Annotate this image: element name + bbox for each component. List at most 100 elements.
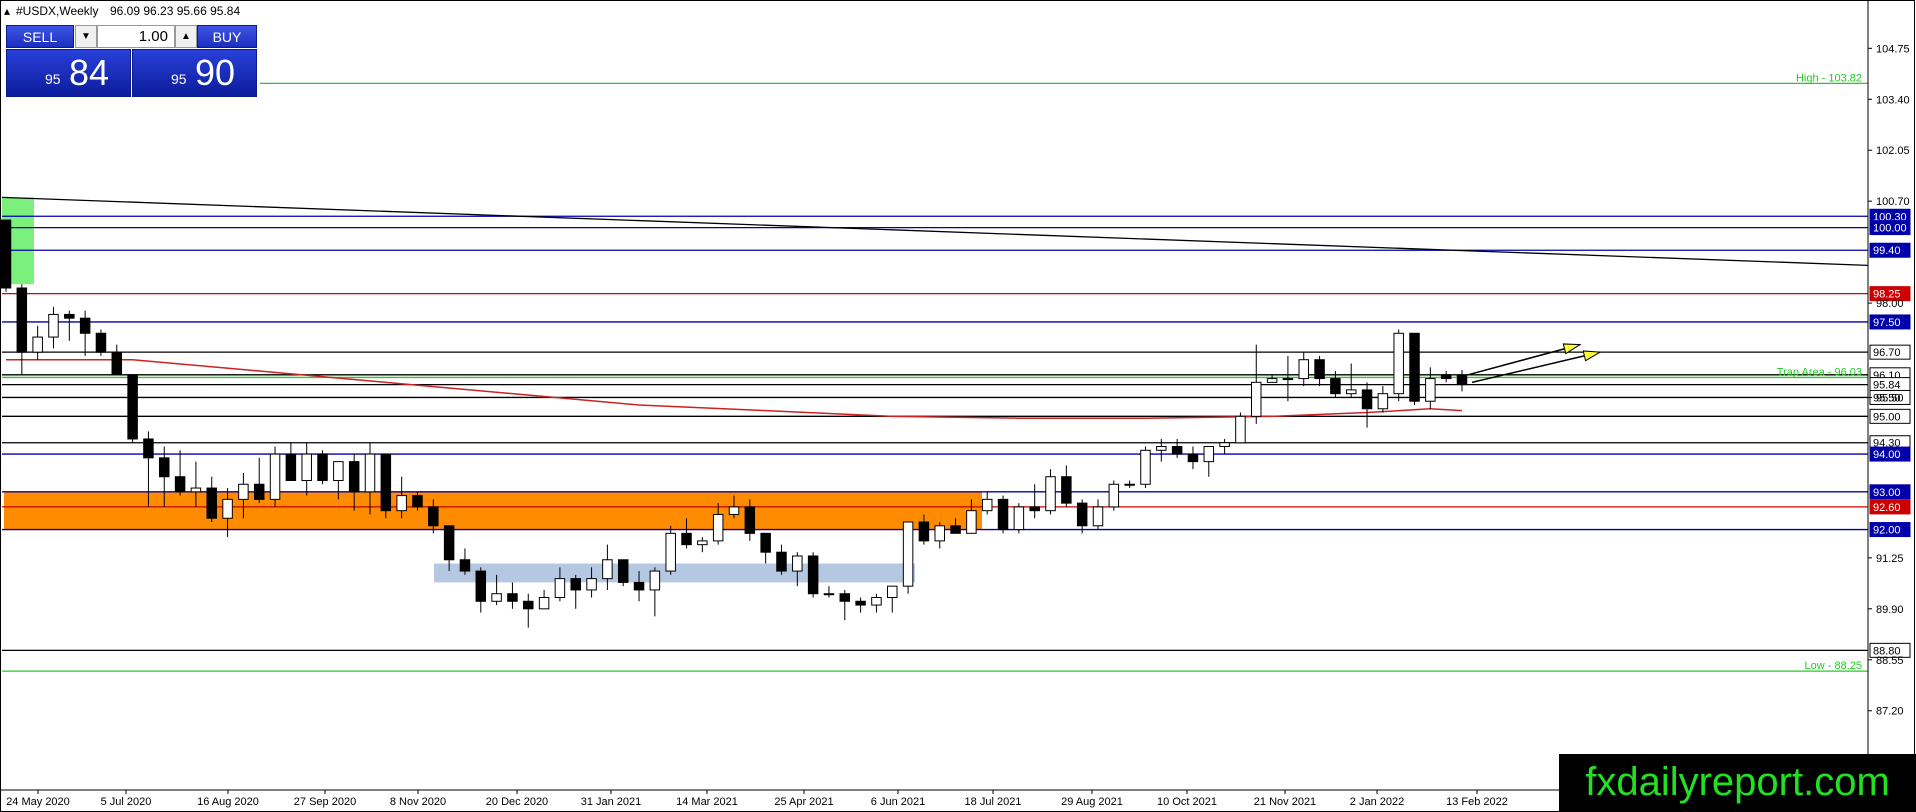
x-tick-label-12: 10 Oct 2021 xyxy=(1157,796,1217,808)
candle-body-56 xyxy=(887,585,898,598)
y-tick-label-9: 87.20 xyxy=(1876,706,1904,718)
candle-body-81 xyxy=(1282,378,1294,381)
candle-body-10 xyxy=(159,457,170,478)
candle-body-0 xyxy=(0,219,12,289)
candle-body-59 xyxy=(934,525,945,542)
candle-body-86 xyxy=(1361,389,1373,410)
level-tag-text-9: 95.84 xyxy=(1873,380,1901,392)
x-tick-label-6: 31 Jan 2021 xyxy=(581,796,642,808)
y-tick-label-4: 98.00 xyxy=(1876,298,1904,310)
arrow-head-1 xyxy=(1582,350,1602,362)
candle-body-58 xyxy=(918,521,930,542)
x-tick-label-11: 29 Aug 2021 xyxy=(1061,796,1123,808)
candle-body-43 xyxy=(681,532,692,546)
candle-body-68 xyxy=(1076,502,1088,527)
candle-body-34 xyxy=(538,597,550,610)
buy-price-display[interactable]: 95 90 xyxy=(132,49,257,97)
buy-button[interactable]: BUY xyxy=(197,25,257,48)
candle-body-18 xyxy=(285,453,297,481)
x-tick-label-14: 2 Jan 2022 xyxy=(1350,796,1404,808)
candle-body-9 xyxy=(143,438,154,459)
arrows-layer xyxy=(1467,343,1602,384)
candle-body-50 xyxy=(792,555,803,572)
x-tick-label-13: 21 Nov 2021 xyxy=(1254,796,1316,808)
candle-body-29 xyxy=(459,559,471,572)
candle-body-64 xyxy=(1013,506,1025,531)
candle-body-87 xyxy=(1377,393,1389,410)
moving-average-layer xyxy=(6,358,1463,419)
volume-increase-button[interactable]: ▲ xyxy=(175,25,197,48)
candle-body-22 xyxy=(348,461,360,493)
candle-body-76 xyxy=(1203,446,1215,463)
price-chart[interactable]: High - 103.82100.30100.0099.4098.2597.50… xyxy=(0,0,1916,812)
x-tick-label-15: 13 Feb 2022 xyxy=(1446,796,1508,808)
candle-body-38 xyxy=(602,559,613,580)
moving-average-line xyxy=(6,358,1463,419)
candle-body-32 xyxy=(507,593,518,602)
candle-body-44 xyxy=(697,540,708,546)
candle-body-31 xyxy=(491,593,502,602)
candle-body-74 xyxy=(1171,446,1183,455)
level-tag-text-6: 96.70 xyxy=(1873,347,1901,359)
sell-price-big: 84 xyxy=(69,52,110,93)
candle-body-25 xyxy=(396,495,407,512)
candle-body-66 xyxy=(1045,476,1056,512)
level-tag-text-16: 92.00 xyxy=(1873,525,1901,537)
level-tag-text-13: 94.00 xyxy=(1873,449,1901,461)
chart-root: High - 103.82 100.30 100.00 99.40 98.25 97.50… xyxy=(0,0,1916,812)
candle-body-53 xyxy=(839,593,851,602)
x-tick-label-5: 20 Dec 2020 xyxy=(486,796,548,808)
candle-body-65 xyxy=(1029,506,1040,512)
candle-body-24 xyxy=(380,453,392,512)
candle-body-62 xyxy=(981,498,993,512)
x-tick-label-2: 16 Aug 2020 xyxy=(197,796,259,808)
candle-body-79 xyxy=(1251,381,1262,417)
volume-decrease-button[interactable]: ▼ xyxy=(75,25,97,48)
candle-body-90 xyxy=(1425,378,1436,402)
levels-layer: High - 103.82100.30100.0099.4098.2597.50… xyxy=(2,72,1911,672)
candle-body-54 xyxy=(855,600,866,606)
candle-body-17 xyxy=(269,453,281,500)
level-tag-text-15: 92.60 xyxy=(1873,502,1901,514)
y-tick-label-1: 103.40 xyxy=(1876,94,1910,106)
candle-body-78 xyxy=(1235,415,1246,444)
y-tick-label-2: 102.05 xyxy=(1876,145,1910,157)
chart-ohlc-label: 96.09 96.23 95.66 95.84 xyxy=(110,4,240,18)
candle-body-28 xyxy=(443,525,455,561)
candle-body-70 xyxy=(1108,483,1120,508)
candle-body-67 xyxy=(1061,476,1072,504)
sell-price-display[interactable]: 95 84 xyxy=(6,49,131,97)
zones-layer xyxy=(2,197,982,583)
x-tick-label-1: 5 Jul 2020 xyxy=(101,796,152,808)
trendline-layer xyxy=(1,196,1869,266)
candle-body-1 xyxy=(16,287,28,353)
candle-body-8 xyxy=(127,374,138,440)
candle-body-63 xyxy=(997,498,1009,531)
candle-body-39 xyxy=(617,559,629,583)
candle-body-26 xyxy=(412,495,423,508)
level-text-0: High - 103.82 xyxy=(1796,72,1862,84)
candle-body-27 xyxy=(428,506,439,527)
candle-body-2 xyxy=(32,336,43,353)
chart-symbol-label: #USDX,Weekly xyxy=(16,4,98,18)
candle-body-12 xyxy=(190,487,202,493)
chart-title-arrow[interactable]: ▴ xyxy=(4,4,10,18)
level-tag-text-2: 100.00 xyxy=(1873,223,1907,235)
trendline xyxy=(1,196,1869,266)
candle-body-6 xyxy=(95,332,107,353)
candle-body-13 xyxy=(206,487,217,519)
candle-body-11 xyxy=(174,476,186,493)
candle-body-23 xyxy=(364,453,376,493)
candle-body-46 xyxy=(728,506,740,515)
candle-body-73 xyxy=(1156,446,1167,451)
candle-body-60 xyxy=(950,525,961,534)
candle-body-91 xyxy=(1440,374,1452,380)
volume-input[interactable]: 1.00 xyxy=(97,25,175,48)
candle-body-47 xyxy=(744,506,756,534)
candle-body-3 xyxy=(48,313,59,338)
candle-body-72 xyxy=(1140,449,1151,485)
level-text-8: Trap Area - 96.03 xyxy=(1777,366,1862,378)
x-tick-label-10: 18 Jul 2021 xyxy=(965,796,1022,808)
level-tag-text-11: 95.00 xyxy=(1873,411,1901,423)
sell-button[interactable]: SELL xyxy=(6,25,74,48)
